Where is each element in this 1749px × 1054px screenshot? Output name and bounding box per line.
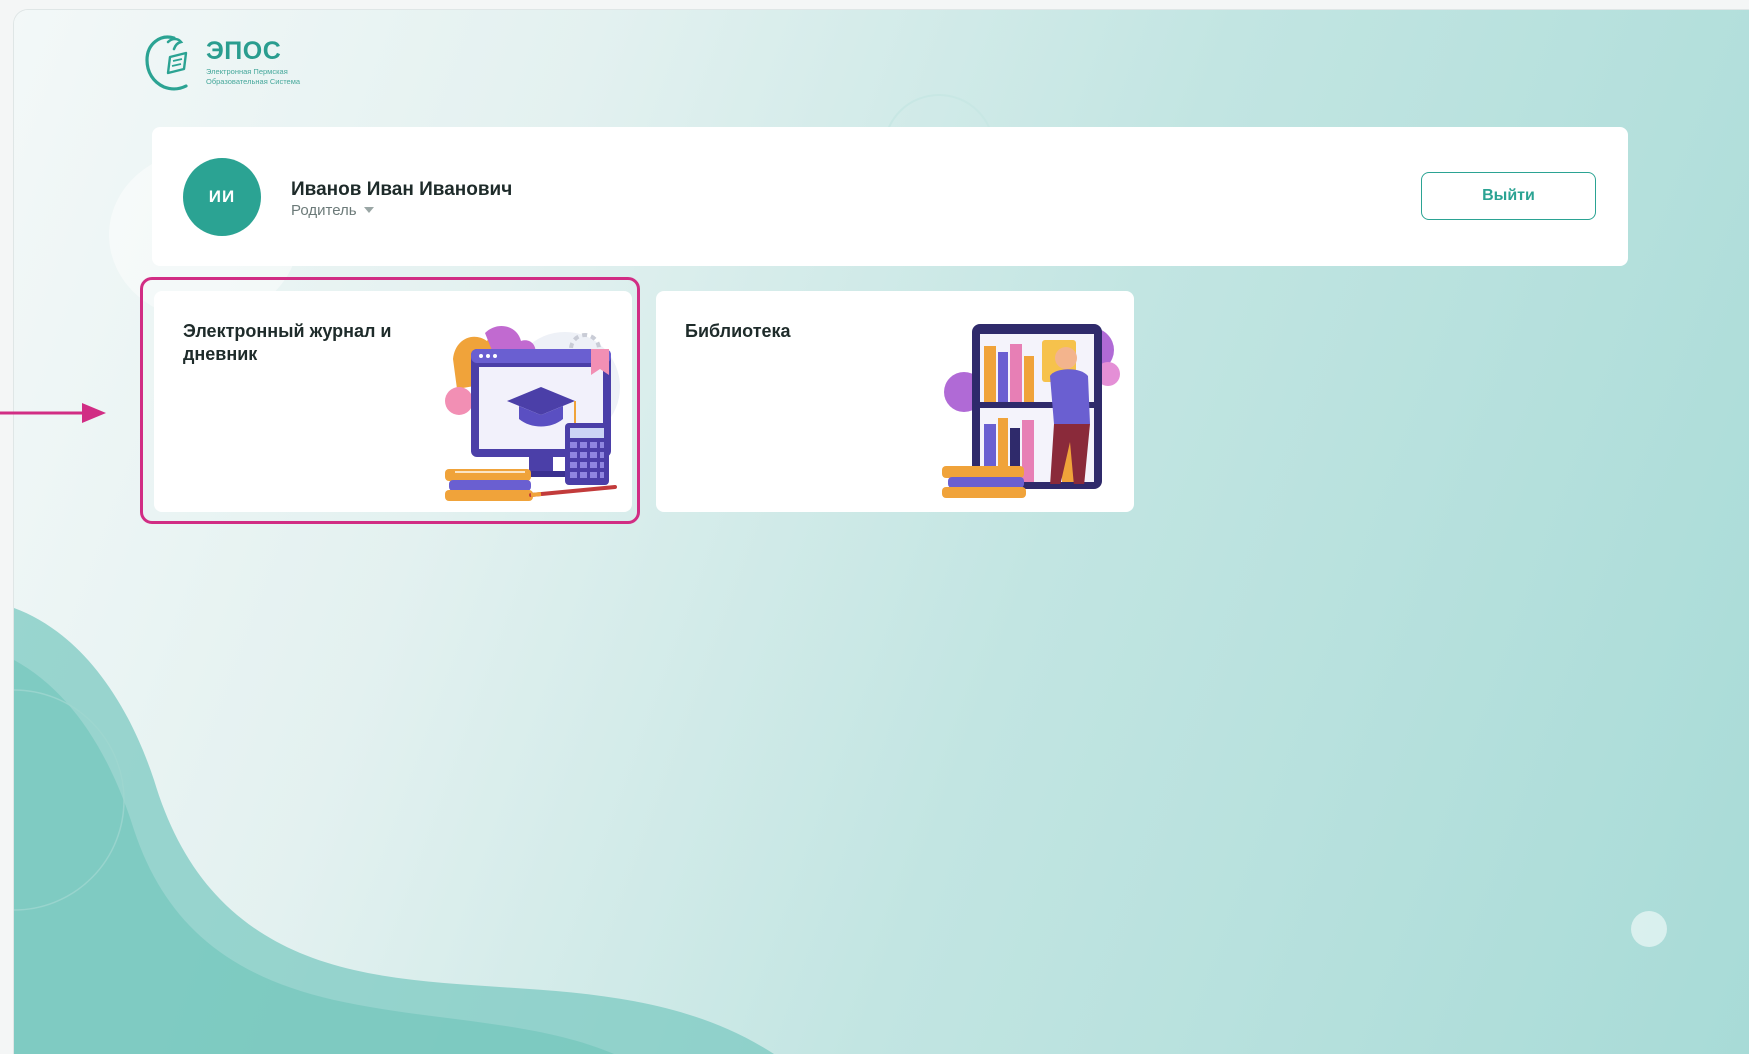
user-name: Иванов Иван Иванович <box>291 179 513 200</box>
logout-button[interactable]: Выйти <box>1421 172 1596 220</box>
decorative-bubble <box>1631 911 1667 947</box>
role-selector[interactable]: Родитель <box>291 202 374 219</box>
logo-title: ЭПОС <box>206 36 282 65</box>
avatar: ИИ <box>183 158 261 236</box>
card-title: Библиотека <box>685 321 791 341</box>
logo-subtitle-line2: Образовательная Система <box>206 77 301 86</box>
bookshelf-illustration <box>942 324 1120 498</box>
card-library[interactable]: Библиотека <box>656 291 1134 512</box>
chevron-down-icon <box>363 207 374 214</box>
selection-highlight <box>140 277 640 524</box>
logo-subtitle: Электронная Пермская Образовательная Сис… <box>206 67 300 87</box>
logo-subtitle-line1: Электронная Пермская <box>206 66 288 76</box>
app-logo[interactable]: ЭПОС Электронная Пермская Образовательна… <box>142 32 300 94</box>
logo-head-icon <box>145 35 188 91</box>
user-panel: ИИ Иванов Иван Иванович Родитель Выйти <box>152 127 1628 266</box>
arrow-right-icon <box>0 403 106 423</box>
role-label: Родитель <box>291 202 357 219</box>
